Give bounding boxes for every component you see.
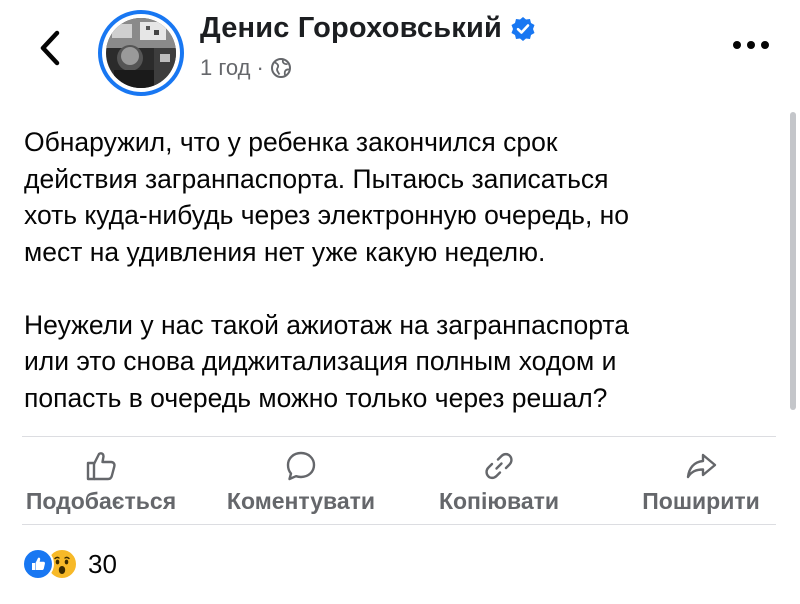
reactions-summary[interactable]: 30 (22, 548, 117, 580)
author-name: Денис Гороховський (200, 12, 503, 44)
copy-label: Копіювати (438, 488, 560, 514)
reactions-count: 30 (88, 548, 117, 579)
scrollbar[interactable] (790, 112, 796, 410)
back-arrow-icon (40, 30, 60, 66)
like-icon (86, 452, 116, 481)
post-text: Обнаружил, что у ребенка закончился срок… (24, 127, 630, 413)
share-label: Поширити (642, 488, 760, 514)
comment-button[interactable]: Коментувати (212, 442, 390, 522)
share-icon (686, 453, 717, 479)
verified-badge-icon (511, 16, 535, 41)
like-reaction-icon (22, 548, 54, 580)
comment-label: Коментувати (226, 488, 376, 514)
like-label: Подобається (25, 488, 177, 514)
post-header: Денис Гороховський 1 год · (0, 0, 800, 100)
like-button[interactable]: Подобається (12, 442, 190, 522)
action-bar: Подобається Коментувати Копіювати Пошири… (0, 442, 800, 522)
back-button[interactable] (30, 26, 70, 70)
more-options-button[interactable] (726, 30, 776, 60)
post-meta: 1 год · (200, 55, 292, 81)
avatar[interactable] (98, 10, 184, 96)
author-link[interactable]: Денис Гороховський (200, 12, 536, 45)
globe-icon (270, 58, 291, 78)
share-button[interactable]: Поширити (612, 442, 790, 522)
meta-separator: · (256, 55, 264, 80)
more-dots-icon (733, 41, 769, 49)
post-time[interactable]: 1 год (200, 55, 250, 81)
avatar-image (106, 18, 176, 88)
copy-link-button[interactable]: Копіювати (410, 442, 588, 522)
divider-top (22, 436, 776, 437)
comment-icon (286, 451, 316, 481)
divider-bottom (22, 524, 776, 525)
link-icon (485, 452, 513, 480)
